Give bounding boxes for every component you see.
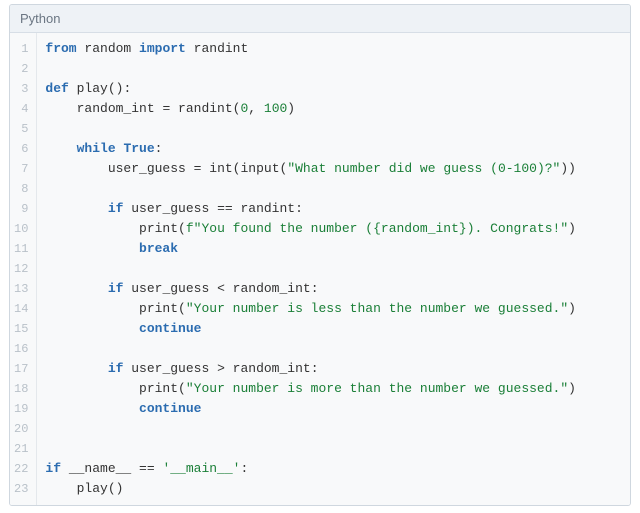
code-line: break [45,239,622,259]
line-number: 7 [14,159,28,179]
line-number: 11 [14,239,28,259]
line-number: 20 [14,419,28,439]
line-number-gutter: 1234567891011121314151617181920212223 [10,33,37,505]
code-line: if __name__ == '__main__': [45,459,622,479]
line-number: 14 [14,299,28,319]
code-line: print(f"You found the number ({random_in… [45,219,622,239]
line-number: 4 [14,99,28,119]
code-line: play() [45,479,622,499]
code-content: from random import randint def play(): r… [37,33,630,505]
code-line [45,339,622,359]
code-body: 1234567891011121314151617181920212223 fr… [10,33,630,505]
code-line [45,59,622,79]
line-number: 22 [14,459,28,479]
code-line: def play(): [45,79,622,99]
line-number: 18 [14,379,28,399]
code-line: random_int = randint(0, 100) [45,99,622,119]
code-line: print("Your number is more than the numb… [45,379,622,399]
code-line: if user_guess < random_int: [45,279,622,299]
code-line: if user_guess > random_int: [45,359,622,379]
language-label: Python [10,5,630,33]
code-line: continue [45,319,622,339]
code-line [45,119,622,139]
code-line: continue [45,399,622,419]
code-line [45,439,622,459]
code-line: if user_guess == randint: [45,199,622,219]
line-number: 5 [14,119,28,139]
code-block: Python 123456789101112131415161718192021… [9,4,631,506]
line-number: 21 [14,439,28,459]
line-number: 10 [14,219,28,239]
line-number: 6 [14,139,28,159]
code-line: user_guess = int(input("What number did … [45,159,622,179]
line-number: 19 [14,399,28,419]
line-number: 16 [14,339,28,359]
line-number: 9 [14,199,28,219]
line-number: 15 [14,319,28,339]
line-number: 8 [14,179,28,199]
code-line [45,419,622,439]
line-number: 1 [14,39,28,59]
code-line: while True: [45,139,622,159]
line-number: 23 [14,479,28,499]
code-line: print("Your number is less than the numb… [45,299,622,319]
line-number: 13 [14,279,28,299]
line-number: 12 [14,259,28,279]
line-number: 3 [14,79,28,99]
code-line [45,179,622,199]
code-line [45,259,622,279]
line-number: 2 [14,59,28,79]
line-number: 17 [14,359,28,379]
code-line: from random import randint [45,39,622,59]
